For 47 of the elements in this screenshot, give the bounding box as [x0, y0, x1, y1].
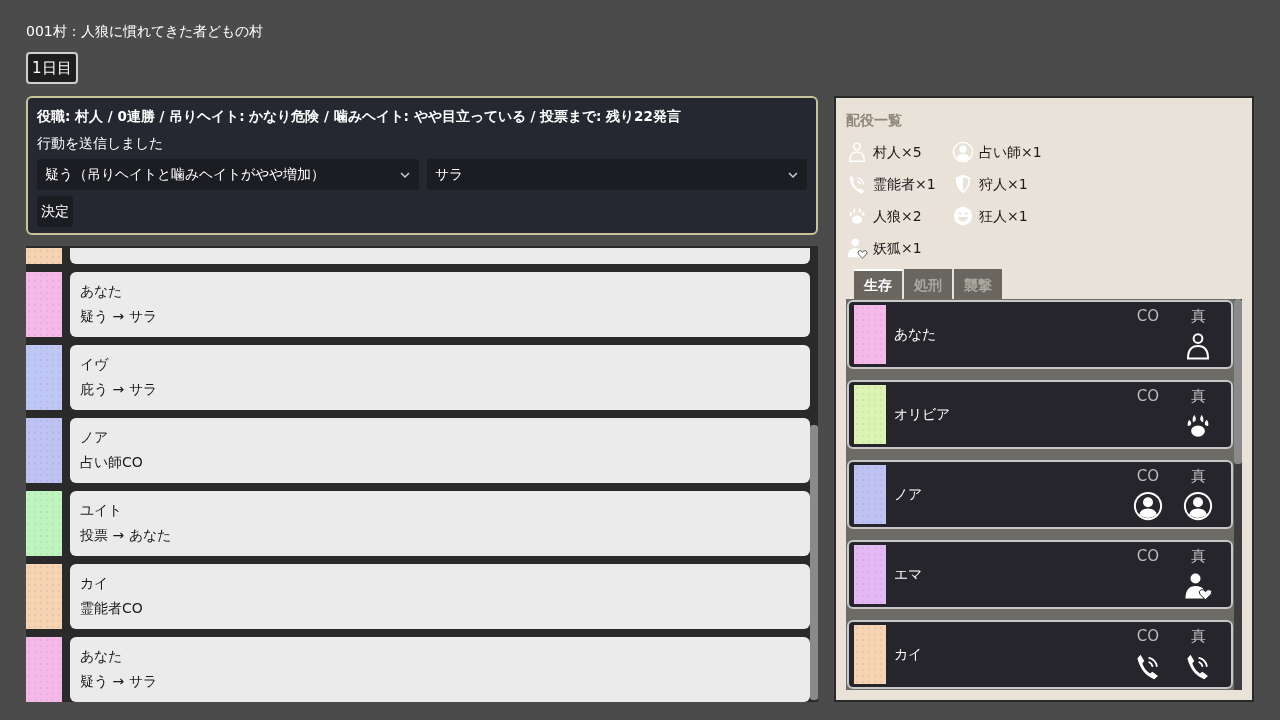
action-select[interactable]: 疑う（吊りヘイトと噛みヘイトがやや増加） [37, 159, 419, 190]
player-name: ノア [894, 485, 923, 504]
co-header: CO [1136, 465, 1160, 487]
speaker-name: イヴ [80, 355, 110, 374]
message-text: 投票 → あなた [80, 526, 172, 545]
message-text: 占い師CO [80, 453, 144, 472]
true-header: 真 [1190, 545, 1206, 567]
speaker-name: ノア [80, 428, 109, 447]
message-text: 疑う → サラ [80, 672, 158, 691]
true-header: 真 [1190, 385, 1206, 407]
co-header: CO [1136, 305, 1160, 327]
role-count: 人狼×2 [873, 206, 922, 226]
speaker-name: あなた [80, 647, 123, 666]
status-message: 行動を送信しました [37, 134, 164, 153]
target-select[interactable]: サラ [427, 159, 807, 190]
role-count: 狩人×1 [979, 174, 1028, 194]
message-text: 庇う → サラ [80, 380, 158, 399]
speaker-name: あなた [80, 282, 123, 301]
role-count: 妖狐×1 [873, 238, 922, 258]
role-count: 村人×5 [873, 142, 922, 162]
player-name: カイ [894, 645, 923, 664]
co-header: CO [1136, 545, 1160, 567]
role-count: 占い師×1 [979, 142, 1042, 162]
message-text: 霊能者CO [80, 599, 144, 618]
true-header: 真 [1190, 465, 1206, 487]
speaker-name: カイ [80, 574, 109, 593]
tab[interactable]: 生存 [854, 269, 902, 299]
person-circle-icon [952, 141, 974, 163]
role-count: 霊能者×1 [873, 174, 936, 194]
co-header: CO [1136, 625, 1160, 647]
player-name: あなた [894, 325, 937, 344]
status-text: 役職: 村人 / 0連勝 / 吊りヘイト: かなり危険 / 噛みヘイト: やや目立っている / 投票まで: 残り22発言 [37, 107, 682, 126]
speaker-name: ユイト [80, 501, 123, 520]
co-header: CO [1136, 385, 1160, 407]
message-text: 疑う → サラ [80, 307, 158, 326]
player-name: オリビア [894, 405, 951, 424]
true-header: 真 [1190, 305, 1206, 327]
submit-button[interactable]: 決定 [37, 196, 73, 227]
person-outline-icon [846, 141, 868, 163]
role-count: 狂人×1 [979, 206, 1028, 226]
player-name: エマ [894, 565, 923, 584]
day-button[interactable]: 1日目 [26, 52, 78, 84]
panel-title: 配役一覧 [846, 111, 903, 130]
grinning-face-icon [952, 205, 974, 227]
village-title: 001村：人狼に慣れてきた者どもの村 [26, 22, 264, 41]
true-header: 真 [1190, 625, 1206, 647]
person-heart-icon [846, 237, 868, 259]
